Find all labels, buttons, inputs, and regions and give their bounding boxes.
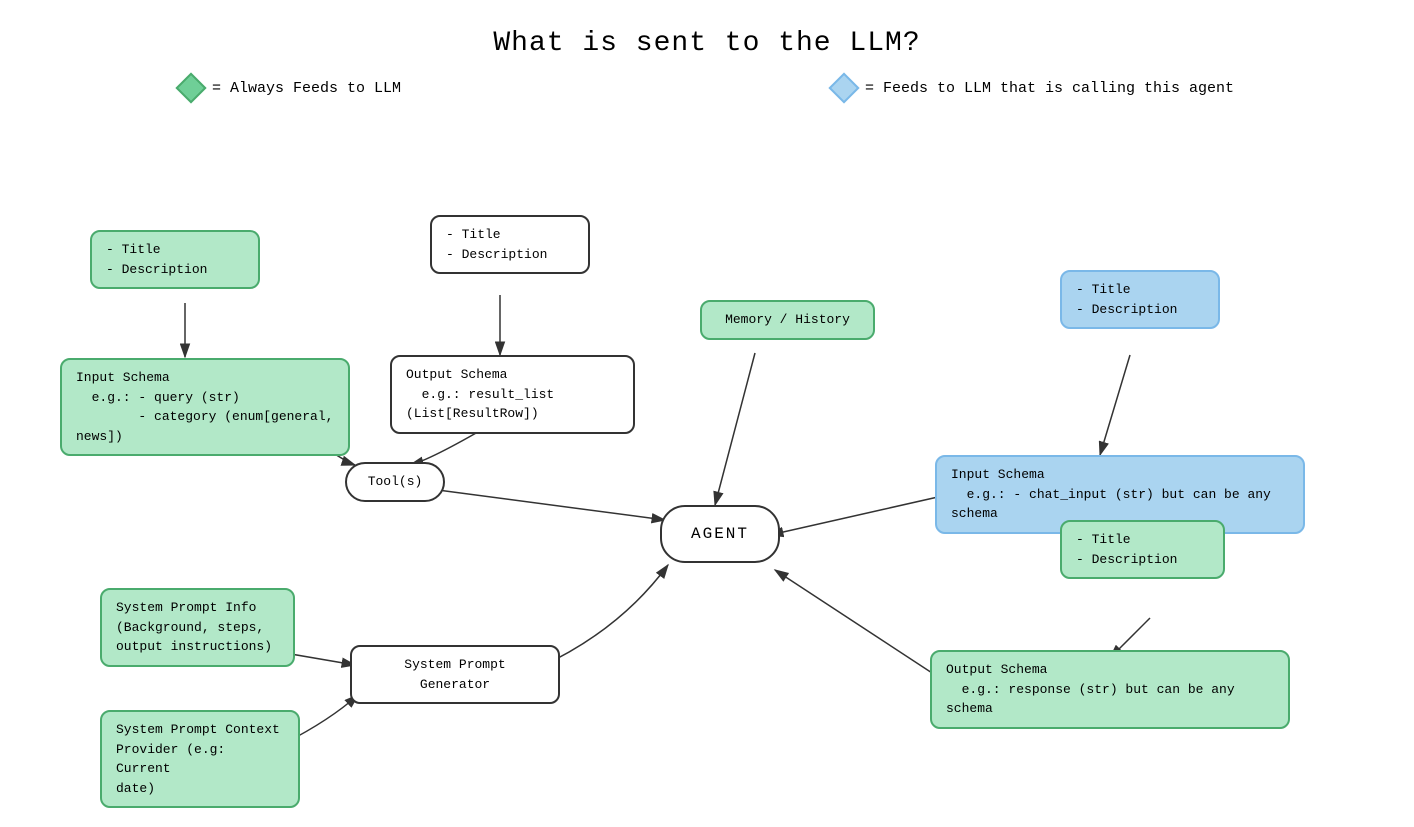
- legend-blue-label: = Feeds to LLM that is calling this agen…: [865, 80, 1234, 97]
- legend-blue: = Feeds to LLM that is calling this agen…: [833, 77, 1234, 99]
- agent-box: AGENT: [660, 505, 780, 563]
- system-prompt-context-text: System Prompt ContextProvider (e.g: Curr…: [116, 722, 280, 796]
- system-prompt-generator-box: System Prompt Generator: [350, 645, 560, 704]
- legend-green: = Always Feeds to LLM: [180, 77, 401, 99]
- legend: = Always Feeds to LLM = Feeds to LLM tha…: [0, 59, 1414, 99]
- system-prompt-info-box: System Prompt Info(Background, steps,out…: [100, 588, 295, 667]
- output-schema-right-box: Output Schema e.g.: response (str) but c…: [930, 650, 1290, 729]
- memory-text: Memory / History: [725, 312, 850, 327]
- tool-title-left-box: - Title- Description: [90, 230, 260, 289]
- blue-diamond-icon: [828, 72, 859, 103]
- page-title: What is sent to the LLM?: [0, 0, 1414, 59]
- output-schema-tool-text: Output Schema e.g.: result_list (List[Re…: [406, 367, 554, 421]
- tool-title-middle-text: - Title- Description: [446, 227, 547, 262]
- system-prompt-info-text: System Prompt Info(Background, steps,out…: [116, 600, 272, 654]
- input-schema-text: Input Schema e.g.: - query (str) - categ…: [76, 370, 333, 444]
- tool-title-left-text: - Title- Description: [106, 242, 207, 277]
- agent-text: AGENT: [691, 525, 749, 543]
- input-schema-box: Input Schema e.g.: - query (str) - categ…: [60, 358, 350, 456]
- system-prompt-context-box: System Prompt ContextProvider (e.g: Curr…: [100, 710, 300, 808]
- output-schema-right-text: Output Schema e.g.: response (str) but c…: [946, 662, 1235, 716]
- system-prompt-generator-text: System Prompt Generator: [404, 657, 505, 692]
- title-desc-green-right-box: - Title- Description: [1060, 520, 1225, 579]
- tool-title-middle-box: - Title- Description: [430, 215, 590, 274]
- memory-box: Memory / History: [700, 300, 875, 340]
- title-desc-green-right-text: - Title- Description: [1076, 532, 1177, 567]
- title-desc-blue-box: - Title- Description: [1060, 270, 1220, 329]
- tools-text: Tool(s): [368, 474, 423, 489]
- legend-green-label: = Always Feeds to LLM: [212, 80, 401, 97]
- tools-box: Tool(s): [345, 462, 445, 502]
- green-diamond-icon: [175, 72, 206, 103]
- output-schema-tool-box: Output Schema e.g.: result_list (List[Re…: [390, 355, 635, 434]
- input-schema-blue-text: Input Schema e.g.: - chat_input (str) bu…: [951, 467, 1271, 521]
- title-desc-blue-text: - Title- Description: [1076, 282, 1177, 317]
